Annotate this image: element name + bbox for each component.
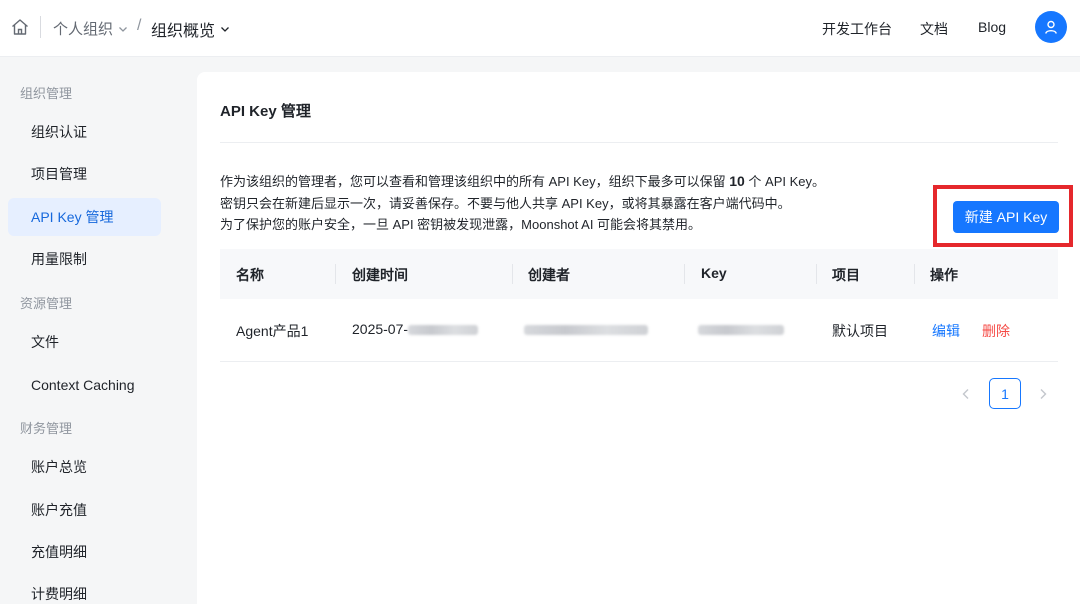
created-at-text: 2025-07-	[352, 321, 409, 337]
delete-link[interactable]: 删除	[982, 321, 1010, 341]
nav-docs[interactable]: 文档	[920, 19, 948, 39]
breadcrumb-separator: /	[137, 17, 142, 34]
column-divider	[914, 264, 915, 284]
sidebar-item-label: 文件	[31, 334, 59, 350]
sidebar-group-org: 组织管理	[20, 86, 73, 101]
sidebar: 组织管理 组织认证 项目管理 API Key 管理 用量限制 资源管理 文件 C…	[0, 57, 181, 604]
description-text: 作为该组织的管理者，您可以查看和管理该组织中的所有 API Key，组织下最多可…	[220, 174, 726, 189]
row-key	[698, 321, 784, 337]
sidebar-item-account-overview[interactable]: 账户总览	[8, 448, 161, 486]
nav-dev-console[interactable]: 开发工作台	[822, 19, 892, 39]
description-text: 个 API Key。	[748, 174, 826, 189]
main-card: API Key 管理 作为该组织的管理者，您可以查看和管理该组织中的所有 API…	[197, 72, 1080, 604]
nav-blog[interactable]: Blog	[978, 19, 1006, 35]
page-switcher[interactable]: 组织概览	[151, 17, 231, 41]
table-row: Agent产品1 2025-07- 默认项目 编辑 删除	[220, 299, 1058, 362]
row-name: Agent产品1	[236, 323, 309, 339]
page-label: 组织概览	[151, 23, 216, 40]
description-line-1: 作为该组织的管理者，您可以查看和管理该组织中的所有 API Key，组织下最多可…	[220, 171, 825, 190]
sidebar-item-label: 组织认证	[31, 124, 87, 140]
sidebar-item-usage-limits[interactable]: 用量限制	[8, 240, 161, 278]
column-actions: 操作	[930, 267, 958, 283]
org-label: 个人组织	[53, 21, 114, 38]
description-line-2: 密钥只会在新建后显示一次，请妥善保存。不要与他人共享 API Key，或将其暴露…	[220, 196, 791, 211]
column-key: Key	[701, 265, 727, 281]
sidebar-item-projects[interactable]: 项目管理	[8, 155, 161, 193]
page-number-current[interactable]: 1	[989, 378, 1021, 409]
api-key-table: 名称 创建时间 创建者 Key 项目 操作 Agent产品1 2025-07- …	[220, 249, 1058, 362]
row-project: 默认项目	[832, 323, 888, 339]
sidebar-item-billing-details[interactable]: 计费明细	[8, 575, 161, 604]
chevron-down-icon	[221, 27, 229, 32]
redacted-value	[698, 325, 784, 336]
column-creator: 创建者	[528, 267, 570, 283]
max-key-count: 10	[729, 173, 745, 189]
column-project: 项目	[832, 267, 860, 283]
chevron-left-icon[interactable]	[958, 386, 974, 402]
sidebar-item-label: 账户充值	[31, 502, 87, 518]
header-divider	[40, 16, 41, 38]
user-icon	[1045, 20, 1057, 34]
sidebar-item-recharge[interactable]: 账户充值	[8, 491, 161, 529]
sidebar-item-org-verification[interactable]: 组织认证	[8, 113, 161, 151]
chevron-right-icon[interactable]	[1035, 386, 1051, 402]
column-divider	[512, 264, 513, 284]
edit-link[interactable]: 编辑	[932, 321, 960, 341]
home-icon[interactable]	[10, 17, 30, 37]
sidebar-item-label: API Key 管理	[31, 209, 114, 225]
title-divider	[220, 142, 1058, 143]
sidebar-group-resources: 资源管理	[20, 296, 73, 311]
page-title: API Key 管理	[220, 103, 311, 120]
description-line-3: 为了保护您的账户安全，一旦 API 密钥被发现泄露，Moonshot AI 可能…	[220, 217, 702, 232]
sidebar-item-files[interactable]: 文件	[8, 323, 161, 361]
sidebar-item-api-keys[interactable]: API Key 管理	[8, 198, 161, 236]
column-divider	[816, 264, 817, 284]
sidebar-item-context-caching[interactable]: Context Caching	[8, 366, 161, 404]
redacted-value	[524, 325, 648, 336]
sidebar-item-recharge-details[interactable]: 充值明细	[8, 533, 161, 571]
column-divider	[335, 264, 336, 284]
column-divider	[684, 264, 685, 284]
avatar[interactable]	[1035, 11, 1067, 43]
row-creator	[524, 321, 648, 337]
sidebar-item-label: 项目管理	[31, 166, 87, 182]
column-name: 名称	[236, 267, 264, 283]
new-api-key-button[interactable]: 新建 API Key	[953, 201, 1059, 233]
sidebar-item-label: 账户总览	[31, 459, 87, 475]
sidebar-item-label: 充值明细	[31, 544, 87, 560]
redacted-value	[408, 325, 479, 336]
sidebar-item-label: 计费明细	[31, 586, 87, 602]
column-created-at: 创建时间	[352, 267, 408, 283]
sidebar-item-label: Context Caching	[31, 377, 135, 393]
chevron-down-icon	[119, 26, 127, 32]
row-created-at: 2025-07-	[352, 321, 479, 337]
table-header: 名称 创建时间 创建者 Key 项目 操作	[220, 249, 1058, 299]
sidebar-group-finance: 财务管理	[20, 421, 73, 436]
top-header: 个人组织 / 组织概览 开发工作台 文档 Blog	[0, 0, 1080, 57]
sidebar-item-label: 用量限制	[31, 251, 87, 267]
org-switcher[interactable]: 个人组织	[53, 18, 129, 39]
